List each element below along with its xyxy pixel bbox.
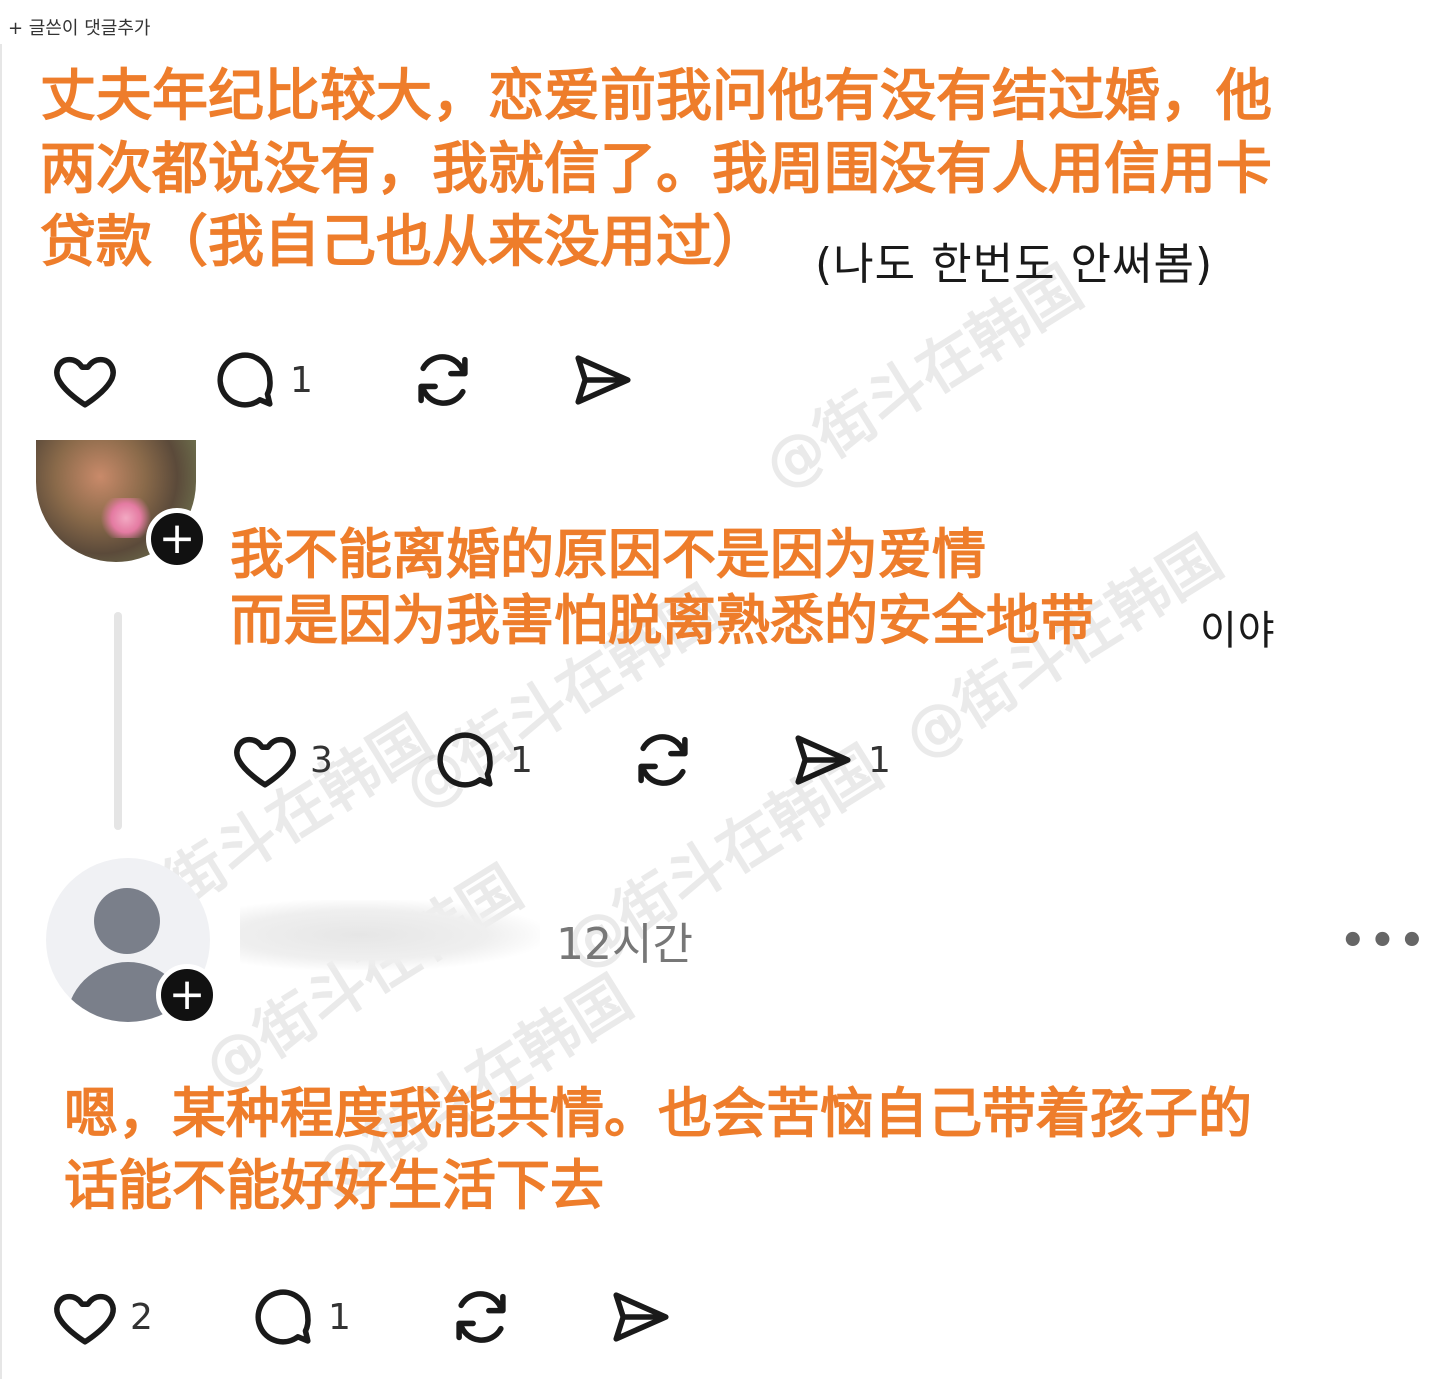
heart-icon xyxy=(230,725,300,795)
like-count: 3 xyxy=(310,739,333,781)
follow-button[interactable]: + xyxy=(146,508,208,570)
translation-overlay: 嗯，某种程度我能共情。也会苦恼自己带着孩子的 话能不能好好生活下去 xyxy=(64,1082,1252,1217)
share-button[interactable] xyxy=(568,345,638,415)
post-actions: 2 1 xyxy=(50,1282,750,1362)
comment-count: 1 xyxy=(328,1296,351,1338)
like-button[interactable]: 2 xyxy=(50,1282,153,1352)
repost-button[interactable] xyxy=(446,1282,516,1352)
follow-button[interactable]: + xyxy=(156,964,218,1026)
translation-overlay: 我不能离婚的原因不是因为爱情 而是因为我害怕脱离熟悉的安全地带 xyxy=(230,523,1094,652)
heart-icon xyxy=(50,1282,120,1352)
comment-button[interactable]: 1 xyxy=(210,345,313,415)
username[interactable] xyxy=(240,900,540,970)
post-actions: 1 xyxy=(50,345,750,425)
like-button[interactable] xyxy=(50,345,120,415)
timestamp: 12시간 xyxy=(556,919,693,970)
share-icon xyxy=(788,725,858,795)
comment-count: 1 xyxy=(510,739,533,781)
comment-button[interactable]: 1 xyxy=(430,725,533,795)
left-border xyxy=(0,44,2,1379)
heart-icon xyxy=(50,345,120,415)
share-count: 1 xyxy=(868,739,891,781)
like-button[interactable]: 3 xyxy=(230,725,333,795)
repost-button[interactable] xyxy=(408,345,478,415)
repost-icon xyxy=(628,725,698,795)
share-button[interactable]: 1 xyxy=(788,725,891,795)
watermark: @街斗在韩国 xyxy=(191,853,535,1104)
comment-icon xyxy=(430,725,500,795)
breadcrumb[interactable]: + 글쓴이 댓글추가 xyxy=(0,0,230,44)
repost-button[interactable] xyxy=(628,725,698,795)
repost-icon xyxy=(408,345,478,415)
share-button[interactable] xyxy=(606,1282,676,1352)
share-icon xyxy=(606,1282,676,1352)
share-icon xyxy=(568,345,638,415)
thread-line xyxy=(114,612,122,830)
like-count: 2 xyxy=(130,1296,153,1338)
plus-icon: + xyxy=(158,513,196,564)
plus-icon: + xyxy=(168,969,206,1020)
post-actions: 3 1 1 xyxy=(230,725,930,805)
comment-icon xyxy=(210,345,280,415)
translation-overlay: 丈夫年纪比较大，恋爱前我问他有没有结过婚，他 两次都说没有，我就信了。我周围没有… xyxy=(40,64,1272,275)
comment-button[interactable]: 1 xyxy=(248,1282,351,1352)
comment-count: 1 xyxy=(290,359,313,401)
more-icon[interactable]: ••• xyxy=(1340,918,1429,964)
repost-icon xyxy=(446,1282,516,1352)
comment-icon xyxy=(248,1282,318,1352)
